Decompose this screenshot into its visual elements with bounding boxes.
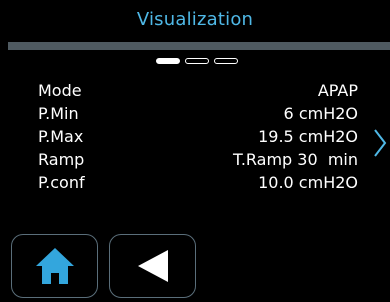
- home-button[interactable]: [11, 234, 98, 298]
- setting-row-ramp: Ramp T.Ramp 30 min: [38, 148, 358, 171]
- visualization-screen: Visualization Mode APAP P.Min 6 cmH2O P.…: [0, 0, 390, 302]
- setting-value-pconf: 10.0 cmH2O: [258, 173, 358, 192]
- settings-list: Mode APAP P.Min 6 cmH2O P.Max 19.5 cmH2O…: [38, 79, 358, 194]
- setting-value-pmin: 6 cmH2O: [283, 104, 358, 123]
- setting-label-ramp: Ramp: [38, 150, 85, 169]
- back-triangle-icon: [137, 250, 168, 282]
- page-dot-3: [214, 58, 238, 64]
- home-icon: [35, 248, 74, 284]
- page-indicator: [156, 56, 238, 66]
- setting-row-pmin: P.Min 6 cmH2O: [38, 102, 358, 125]
- page-dot-2: [185, 58, 209, 64]
- back-button[interactable]: [109, 234, 196, 298]
- header-divider: [8, 42, 390, 50]
- chevron-right-icon[interactable]: [373, 128, 387, 158]
- setting-label-pmax: P.Max: [38, 127, 84, 146]
- setting-label-pconf: P.conf: [38, 173, 85, 192]
- setting-value-mode: APAP: [317, 81, 358, 100]
- setting-row-mode: Mode APAP: [38, 79, 358, 102]
- setting-label-mode: Mode: [38, 81, 82, 100]
- setting-label-pmin: P.Min: [38, 104, 79, 123]
- setting-value-pmax: 19.5 cmH2O: [258, 127, 358, 146]
- setting-row-pconf: P.conf 10.0 cmH2O: [38, 171, 358, 194]
- page-title: Visualization: [136, 9, 254, 30]
- setting-value-ramp: T.Ramp 30 min: [232, 150, 358, 169]
- page-dot-1: [156, 58, 180, 64]
- setting-row-pmax: P.Max 19.5 cmH2O: [38, 125, 358, 148]
